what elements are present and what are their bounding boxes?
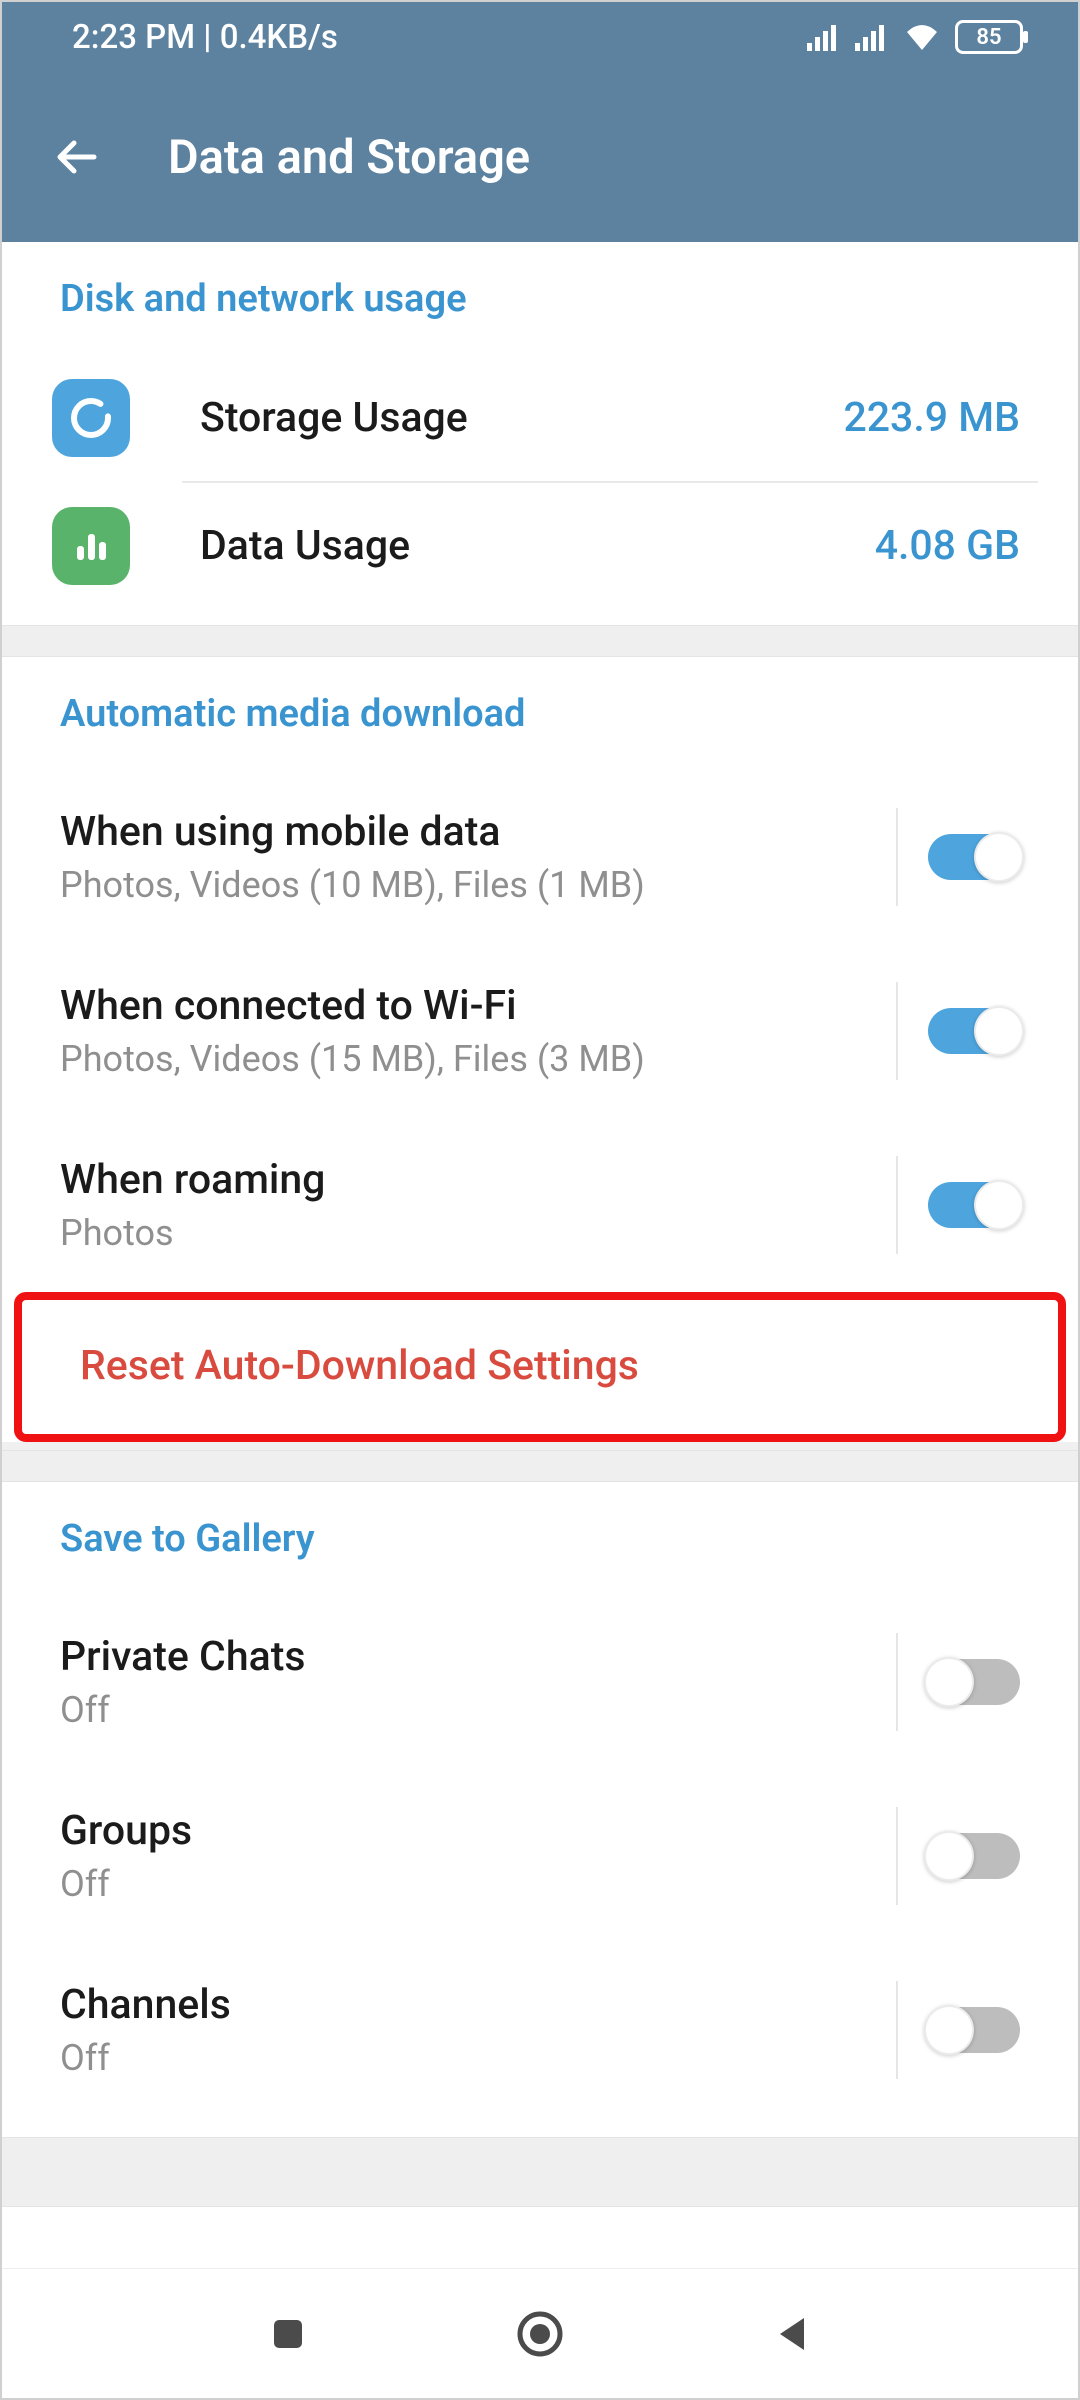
storage-usage-value: 223.9 MB [843, 394, 1020, 442]
channels-sub: Off [60, 2037, 856, 2079]
signal-icon [855, 23, 889, 51]
navigation-bar [2, 2268, 1078, 2398]
row-channels[interactable]: Channels Off [2, 1943, 1078, 2117]
square-icon [268, 2314, 308, 2354]
nav-back-button[interactable] [757, 2299, 827, 2369]
battery-icon: 85 [955, 20, 1023, 54]
row-roaming[interactable]: When roaming Photos [2, 1118, 1078, 1292]
private-chats-sub: Off [60, 1689, 856, 1731]
storage-usage-label: Storage Usage [200, 394, 773, 442]
data-icon [52, 507, 130, 585]
reset-auto-download[interactable]: Reset Auto-Download Settings [22, 1300, 1058, 1434]
mobile-data-title: When using mobile data [60, 808, 856, 856]
bar-chart-icon [69, 524, 113, 568]
row-groups[interactable]: Groups Off [2, 1769, 1078, 1943]
mobile-data-sub: Photos, Videos (10 MB), Files (1 MB) [60, 864, 856, 906]
section-header-disk: Disk and network usage [2, 277, 1078, 355]
toggle-wifi[interactable] [928, 1008, 1020, 1054]
toggle-groups[interactable] [928, 1833, 1020, 1879]
nav-home-button[interactable] [505, 2299, 575, 2369]
circle-icon [516, 2310, 564, 2358]
section-save-gallery: Save to Gallery Private Chats Off Groups… [2, 1482, 1078, 2137]
data-usage-value: 4.08 GB [875, 522, 1020, 570]
toggle-private-chats[interactable] [928, 1659, 1020, 1705]
private-chats-title: Private Chats [60, 1633, 856, 1681]
battery-level: 85 [976, 25, 1001, 50]
section-header-auto: Automatic media download [2, 692, 1078, 770]
section-header-gallery: Save to Gallery [2, 1517, 1078, 1595]
triangle-left-icon [772, 2314, 812, 2354]
row-wifi[interactable]: When connected to Wi-Fi Photos, Videos (… [2, 944, 1078, 1118]
row-mobile-data[interactable]: When using mobile data Photos, Videos (1… [2, 770, 1078, 944]
row-data-usage[interactable]: Data Usage 4.08 GB [2, 483, 1078, 625]
row-storage-usage[interactable]: Storage Usage 223.9 MB [2, 355, 1078, 481]
section-auto-download: Automatic media download When using mobi… [2, 657, 1078, 1442]
status-bar: 2:23 PM | 0.4KB/s 85 [2, 2, 1078, 72]
toggle-roaming[interactable] [928, 1182, 1020, 1228]
roaming-title: When roaming [60, 1156, 856, 1204]
toggle-mobile-data[interactable] [928, 834, 1020, 880]
section-gap [2, 2137, 1078, 2207]
status-time: 2:23 PM | 0.4KB/s [72, 18, 338, 57]
data-usage-label: Data Usage [200, 522, 805, 570]
section-disk-usage: Disk and network usage Storage Usage 223… [2, 242, 1078, 625]
channels-title: Channels [60, 1981, 856, 2029]
reset-highlight-box: Reset Auto-Download Settings [14, 1292, 1066, 1442]
storage-icon [52, 379, 130, 457]
section-gap [2, 625, 1078, 657]
wifi-title: When connected to Wi-Fi [60, 982, 856, 1030]
row-private-chats[interactable]: Private Chats Off [2, 1595, 1078, 1769]
nav-recents-button[interactable] [253, 2299, 323, 2369]
arrow-left-icon [50, 131, 102, 183]
circle-arrow-icon [67, 394, 115, 442]
groups-sub: Off [60, 1863, 856, 1905]
app-bar: Data and Storage [2, 72, 1078, 242]
status-icons: 85 [807, 20, 1023, 54]
page-title: Data and Storage [168, 130, 530, 185]
roaming-sub: Photos [60, 1212, 856, 1254]
toggle-channels[interactable] [928, 2007, 1020, 2053]
groups-title: Groups [60, 1807, 856, 1855]
wifi-icon [903, 22, 941, 52]
section-gap [2, 1450, 1078, 1482]
signal-icon [807, 23, 841, 51]
wifi-sub: Photos, Videos (15 MB), Files (3 MB) [60, 1038, 856, 1080]
back-button[interactable] [42, 123, 110, 191]
